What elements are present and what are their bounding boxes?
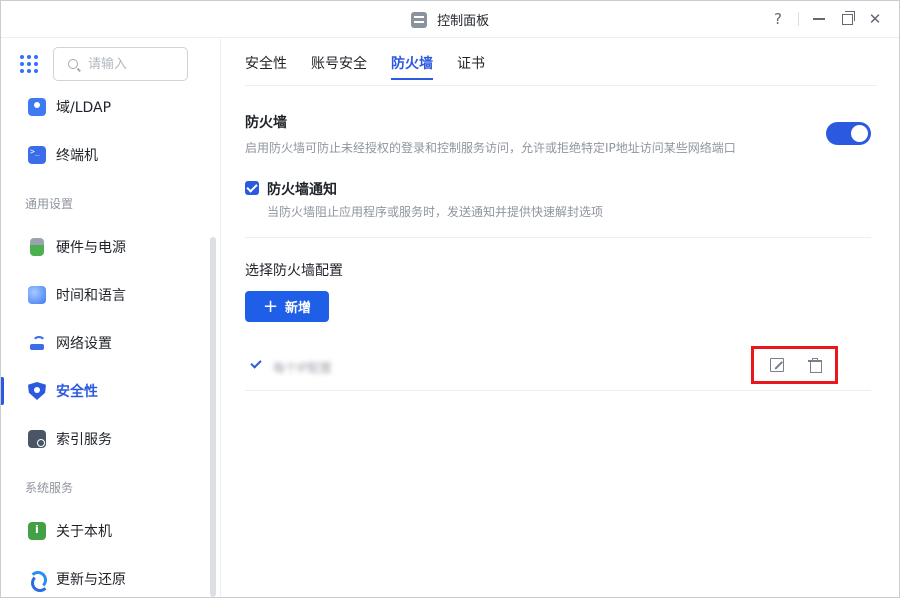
section-label-system: 系统服务 bbox=[25, 481, 74, 495]
search-box[interactable] bbox=[53, 47, 188, 81]
sidebar-item-label: 域/LDAP bbox=[56, 100, 112, 116]
minimize-button[interactable] bbox=[805, 7, 833, 31]
index-service-icon bbox=[28, 430, 46, 448]
firewall-title: 防火墙 bbox=[245, 115, 287, 131]
sidebar-item-index-service[interactable]: 索引服务 bbox=[1, 421, 211, 457]
sidebar-item-time-language[interactable]: 时间和语言 bbox=[1, 277, 211, 313]
firewall-toggle[interactable] bbox=[826, 122, 871, 145]
time-language-icon bbox=[28, 286, 46, 304]
sidebar-item-label: 时间和语言 bbox=[56, 288, 126, 304]
tab-account-security[interactable]: 账号安全 bbox=[311, 39, 367, 86]
hardware-power-icon bbox=[30, 238, 44, 256]
sidebar: 域/LDAP 终端机 通用设置 硬件与电源 时间和语言 网络设置 安全性 索引服… bbox=[1, 39, 221, 597]
window-controls-separator bbox=[798, 12, 799, 26]
action-highlight-box bbox=[751, 346, 838, 384]
main-content: 安全性 账号安全 防火墙 证书 防火墙 启用防火墙可防止未经授权的登录和控制服务… bbox=[222, 39, 899, 597]
firewall-notification-label: 防火墙通知 bbox=[267, 182, 337, 198]
tab-certificate[interactable]: 证书 bbox=[457, 39, 485, 86]
close-icon: ✕ bbox=[868, 10, 882, 28]
help-icon: ? bbox=[774, 10, 782, 28]
profile-name: 每个IP配置 bbox=[273, 361, 332, 375]
search-input[interactable] bbox=[88, 56, 168, 72]
add-profile-label: 新增 bbox=[285, 301, 312, 316]
delete-icon-lid bbox=[812, 358, 818, 361]
section-label-general: 通用设置 bbox=[25, 197, 74, 211]
domain-ldap-icon bbox=[28, 98, 46, 116]
sidebar-item-hardware-power[interactable]: 硬件与电源 bbox=[1, 229, 211, 265]
plus-icon: + bbox=[262, 295, 279, 317]
control-panel-icon bbox=[410, 11, 427, 28]
sidebar-item-terminal[interactable]: 终端机 bbox=[1, 137, 211, 173]
firewall-notification-description: 当防火墙阻止应用程序或服务时，发送通知并提供快速解封选项 bbox=[267, 205, 604, 219]
network-icon bbox=[28, 334, 46, 352]
selected-check-icon bbox=[250, 357, 262, 369]
update-icon bbox=[28, 570, 49, 592]
security-shield-icon bbox=[28, 382, 46, 400]
sidebar-item-label: 关于本机 bbox=[56, 524, 112, 540]
sidebar-item-network[interactable]: 网络设置 bbox=[1, 325, 211, 361]
title-bar: 控制面板 ? ✕ bbox=[1, 1, 899, 38]
sidebar-item-label: 更新与还原 bbox=[56, 572, 126, 588]
sidebar-item-label: 网络设置 bbox=[56, 336, 112, 352]
search-icon bbox=[68, 59, 78, 69]
sidebar-item-label: 安全性 bbox=[56, 384, 98, 400]
sidebar-item-update-restore[interactable]: 更新与还原 bbox=[1, 561, 211, 597]
info-icon bbox=[28, 522, 46, 540]
sidebar-item-label: 索引服务 bbox=[56, 432, 112, 448]
window-title: 控制面板 bbox=[437, 14, 490, 29]
tab-security[interactable]: 安全性 bbox=[245, 39, 287, 86]
restore-icon bbox=[841, 10, 855, 25]
tab-bar: 安全性 账号安全 防火墙 证书 bbox=[245, 39, 877, 86]
sidebar-item-security[interactable]: 安全性 bbox=[1, 373, 211, 409]
control-panel-window: 控制面板 ? ✕ 域/LDAP 终端机 通用设置 硬件与电源 bbox=[0, 0, 900, 598]
sidebar-item-about[interactable]: 关于本机 bbox=[1, 513, 211, 549]
firewall-config-title: 选择防火墙配置 bbox=[245, 263, 343, 279]
add-profile-button[interactable]: + 新增 bbox=[245, 291, 329, 322]
tab-firewall[interactable]: 防火墙 bbox=[391, 39, 433, 86]
terminal-icon bbox=[28, 146, 46, 164]
help-button[interactable]: ? bbox=[764, 7, 792, 31]
firewall-description: 启用防火墙可防止未经授权的登录和控制服务访问，允许或拒绝特定IP地址访问某些网络… bbox=[245, 141, 736, 155]
profile-row[interactable]: 每个IP配置 bbox=[245, 345, 871, 391]
firewall-notification-checkbox[interactable] bbox=[245, 181, 259, 195]
edit-icon[interactable] bbox=[770, 358, 784, 372]
maximize-button[interactable] bbox=[833, 7, 861, 31]
delete-icon[interactable] bbox=[808, 358, 822, 373]
sidebar-item-domain-ldap[interactable]: 域/LDAP bbox=[1, 89, 211, 125]
apps-grid-icon[interactable] bbox=[20, 55, 38, 73]
sidebar-scrollbar[interactable] bbox=[210, 237, 216, 597]
sidebar-item-label: 终端机 bbox=[56, 148, 98, 164]
sidebar-item-label: 硬件与电源 bbox=[56, 240, 126, 256]
close-button[interactable]: ✕ bbox=[861, 7, 889, 31]
minimize-icon bbox=[813, 18, 825, 20]
section-divider bbox=[245, 237, 871, 238]
window-controls: ? ✕ bbox=[764, 7, 889, 31]
